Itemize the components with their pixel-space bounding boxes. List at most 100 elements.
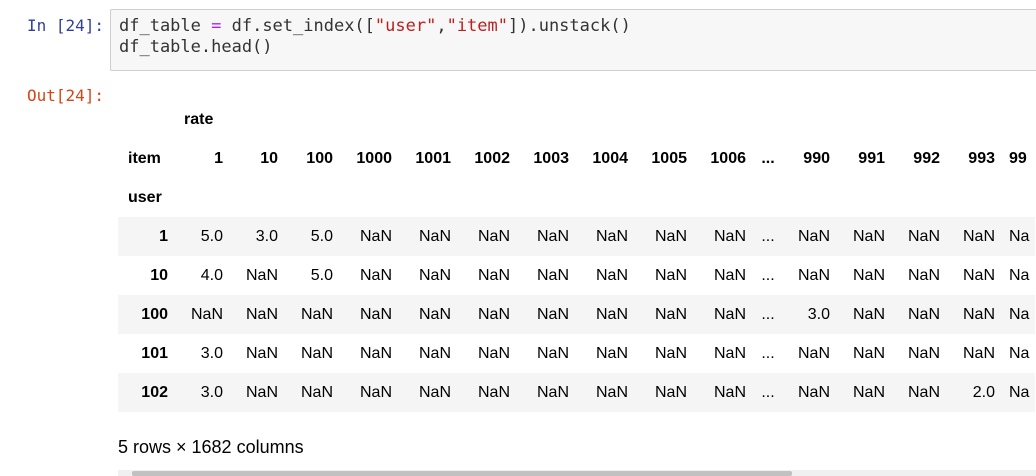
dataframe-table: rate item 1 10 100 1000 1001 1002 1003 1… <box>118 100 1036 412</box>
table-cell-ellipsis: ... <box>761 305 775 323</box>
col-header-ellipsis: ... <box>761 149 775 167</box>
table-cell: NaN <box>595 227 628 245</box>
col-header: 99 <box>1009 149 1027 167</box>
col-header: 100 <box>306 149 333 167</box>
output-area[interactable]: rate item 1 10 100 1000 1001 1002 1003 1… <box>118 100 1036 430</box>
table-cell: NaN <box>595 305 628 323</box>
table-cell: 4.0 <box>200 266 223 284</box>
table-cell: NaN <box>852 383 885 401</box>
col-header: 991 <box>858 149 885 167</box>
columns-name: item <box>128 149 161 167</box>
table-cell: NaN <box>418 227 451 245</box>
table-cell: NaN <box>907 227 940 245</box>
table-cell: 5.0 <box>310 227 333 245</box>
table-row: 102 3.0 NaN NaN NaN NaN NaN NaN NaN NaN … <box>118 373 1036 412</box>
header-blank <box>118 100 174 139</box>
scrollbar-thumb[interactable] <box>132 471 792 476</box>
horizontal-scrollbar[interactable] <box>118 470 1036 476</box>
code-input-cell[interactable]: df_table = df.set_index(["user","item"])… <box>110 9 1036 71</box>
table-cell: NaN <box>654 344 687 362</box>
table-cell: NaN <box>595 383 628 401</box>
code-string: "user" <box>374 16 437 36</box>
table-cell: NaN <box>536 344 569 362</box>
table-cell: NaN <box>962 344 995 362</box>
table-cell: NaN <box>654 383 687 401</box>
table-cell: NaN <box>654 227 687 245</box>
row-index: 100 <box>141 305 168 323</box>
table-row: 1 5.0 3.0 5.0 NaN NaN NaN NaN NaN NaN Na… <box>118 217 1036 256</box>
table-cell: 3.0 <box>200 344 223 362</box>
col-header: 990 <box>803 149 830 167</box>
code-operator: = <box>211 16 222 36</box>
output-prompt: Out[24]: <box>26 86 104 105</box>
table-cell: NaN <box>713 266 746 284</box>
col-header: 992 <box>913 149 940 167</box>
table-cell: NaN <box>852 266 885 284</box>
table-cell: NaN <box>536 227 569 245</box>
code-token: df.set_index([ <box>221 16 375 36</box>
table-cell: Na <box>1009 266 1030 284</box>
table-cell: NaN <box>713 383 746 401</box>
table-cell: NaN <box>595 266 628 284</box>
col-header: 1004 <box>592 149 628 167</box>
row-index: 102 <box>141 383 168 401</box>
table-cell: NaN <box>797 266 830 284</box>
table-cell: Na <box>1009 227 1030 245</box>
col-header: 1000 <box>356 149 392 167</box>
table-cell: Na <box>1009 305 1030 323</box>
table-cell: NaN <box>654 305 687 323</box>
table-cell: NaN <box>852 227 885 245</box>
table-cell-ellipsis: ... <box>761 227 775 245</box>
table-cell: NaN <box>245 344 278 362</box>
table-cell: NaN <box>536 305 569 323</box>
table-cell: NaN <box>962 266 995 284</box>
col-header: 1002 <box>474 149 510 167</box>
header-row-user: user <box>118 178 1035 217</box>
table-cell: NaN <box>907 305 940 323</box>
code-token: ]).unstack() <box>508 16 631 36</box>
table-cell: NaN <box>536 383 569 401</box>
table-cell-ellipsis: ... <box>761 266 775 284</box>
table-cell: NaN <box>300 344 333 362</box>
code-token: df_table <box>119 16 212 36</box>
row-index: 101 <box>141 344 168 362</box>
table-cell: NaN <box>359 383 392 401</box>
code-line-2: df_table.head() <box>119 37 273 57</box>
col-header: 1 <box>214 149 223 167</box>
table-cell: NaN <box>907 344 940 362</box>
code-editor[interactable]: df_table = df.set_index(["user","item"])… <box>119 16 631 58</box>
table-cell: 3.0 <box>200 383 223 401</box>
dataframe-shape: 5 rows × 1682 columns <box>118 437 304 457</box>
table-cell: NaN <box>418 383 451 401</box>
table-cell: NaN <box>907 383 940 401</box>
header-row-level0: rate <box>118 100 1035 139</box>
table-cell: NaN <box>418 305 451 323</box>
table-cell: NaN <box>477 227 510 245</box>
table-cell: 5.0 <box>200 227 223 245</box>
table-cell: NaN <box>418 344 451 362</box>
table-cell: NaN <box>245 266 278 284</box>
row-index: 1 <box>159 227 168 245</box>
table-row: 101 3.0 NaN NaN NaN NaN NaN NaN NaN NaN … <box>118 334 1035 373</box>
col-header: 1001 <box>415 149 451 167</box>
header-rate: rate <box>184 110 214 128</box>
table-cell: NaN <box>962 227 995 245</box>
header-row-item: item 1 10 100 1000 1001 1002 1003 1004 1… <box>118 139 1035 178</box>
table-row: 100 NaN NaN NaN NaN NaN NaN NaN NaN NaN … <box>118 295 1036 334</box>
col-header: 10 <box>260 149 278 167</box>
table-row: 10 4.0 NaN 5.0 NaN NaN NaN NaN NaN NaN N… <box>118 256 1035 295</box>
table-cell: NaN <box>477 344 510 362</box>
table-cell: NaN <box>713 305 746 323</box>
table-cell: NaN <box>477 383 510 401</box>
code-token: , <box>436 16 447 36</box>
table-cell: NaN <box>190 305 223 323</box>
input-prompt: In [24]: <box>26 16 104 35</box>
table-cell: Na <box>1009 383 1030 401</box>
table-cell: NaN <box>477 266 510 284</box>
table-cell: NaN <box>713 227 746 245</box>
table-cell: NaN <box>797 344 830 362</box>
table-cell-ellipsis: ... <box>761 383 775 401</box>
code-string: "item" <box>446 16 508 36</box>
table-cell: 2.0 <box>972 383 995 401</box>
table-cell: NaN <box>359 344 392 362</box>
